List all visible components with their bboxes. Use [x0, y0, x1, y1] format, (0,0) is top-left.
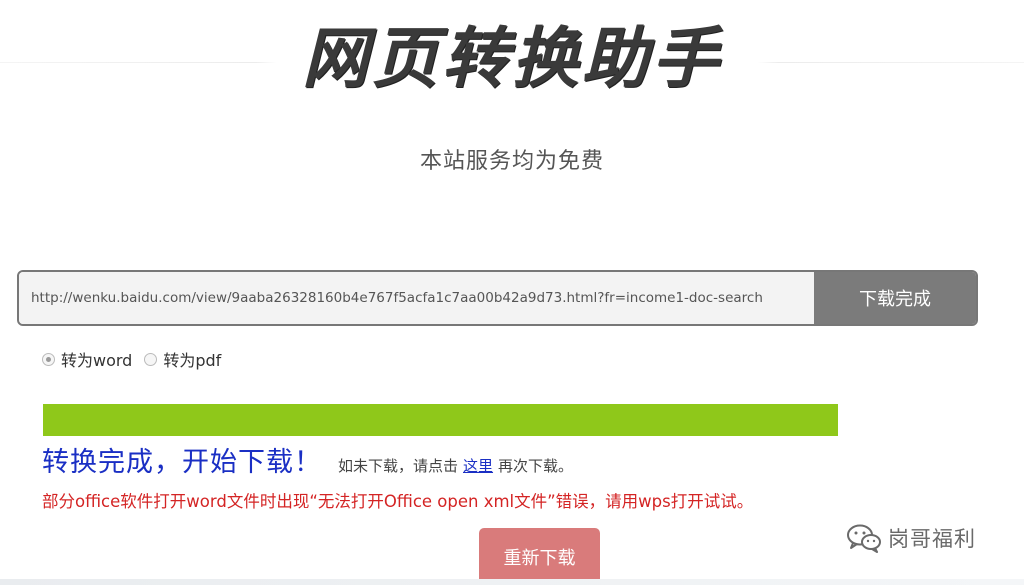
option-pdf-label: 转为pdf — [163, 351, 222, 370]
option-pdf[interactable]: 转为pdf — [144, 347, 221, 371]
option-word-label: 转为word — [61, 351, 133, 370]
radio-word[interactable] — [42, 352, 55, 366]
watermark-text: 岗哥福利 — [888, 527, 976, 551]
download-complete-button[interactable]: 下载完成 — [814, 272, 976, 324]
status-hint-before: 如未下载，请点击 — [338, 457, 459, 475]
redownload-button[interactable]: 重新下载 — [479, 528, 600, 585]
status-row: 转换完成，开始下载！ 如未下载，请点击 这里 再次下载。 — [42, 440, 573, 479]
bottom-bar — [0, 579, 1024, 585]
wechat-icon — [847, 524, 881, 553]
page: 网页转换助手 本站服务均为免费 下载完成 转为word 转为pdf 转换完成，开… — [0, 0, 1024, 585]
url-form: 下载完成 — [17, 270, 978, 326]
progress-bar — [43, 404, 838, 436]
url-input[interactable] — [19, 272, 814, 324]
site-title: 网页转换助手 — [302, 20, 722, 97]
option-word[interactable]: 转为word — [42, 347, 132, 371]
radio-pdf[interactable] — [144, 352, 158, 366]
warning-message: 部分office软件打开word文件时出现“无法打开Office open xm… — [42, 492, 754, 511]
status-hint-after: 再次下载。 — [498, 457, 574, 475]
watermark: 岗哥福利 — [846, 523, 976, 553]
progress-fill — [43, 404, 838, 436]
status-message: 转换完成，开始下载！ — [42, 447, 322, 478]
format-options: 转为word 转为pdf — [42, 347, 233, 371]
site-subtitle: 本站服务均为免费 — [419, 149, 604, 174]
retry-link[interactable]: 这里 — [463, 455, 493, 476]
